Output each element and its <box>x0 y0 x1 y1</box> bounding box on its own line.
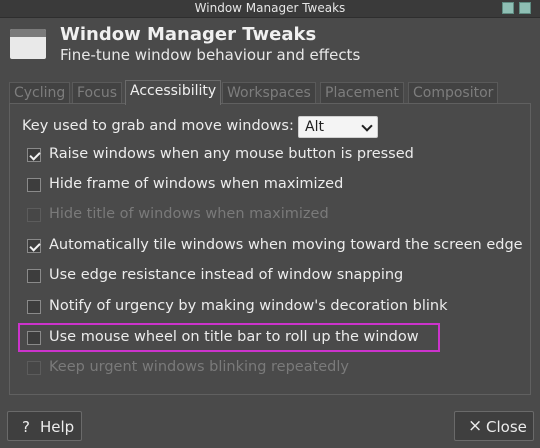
option-label: Automatically tile windows when moving t… <box>49 237 523 253</box>
help-button[interactable]: ? Help <box>7 411 82 441</box>
option-label: Use mouse wheel on title bar to roll up … <box>49 329 419 345</box>
checkbox[interactable] <box>27 331 41 345</box>
window-icon <box>10 29 46 59</box>
option-label: Hide title of windows when maximized <box>49 206 329 222</box>
option-label: Raise windows when any mouse button is p… <box>49 146 414 162</box>
tab-workspaces[interactable]: Workspaces <box>222 82 316 104</box>
checkbox[interactable] <box>27 148 41 162</box>
close-button[interactable]: × Close <box>454 411 534 441</box>
chevron-down-icon <box>361 120 373 132</box>
checkbox[interactable] <box>27 239 41 253</box>
option-label: Keep urgent windows blinking repeatedly <box>49 359 349 375</box>
checkbox <box>27 208 41 222</box>
tab-placement[interactable]: Placement <box>320 82 404 104</box>
window-titlebar[interactable]: Window Manager Tweaks <box>0 0 540 18</box>
close-label: Close <box>486 418 527 436</box>
checkbox <box>27 361 41 375</box>
grab-key-value: Alt <box>305 119 324 135</box>
tab-cycling[interactable]: Cycling <box>9 82 71 104</box>
dialog-subtitle: Fine-tune window behaviour and effects <box>60 46 361 64</box>
option-label: Hide frame of windows when maximized <box>49 176 344 192</box>
tab-compositor[interactable]: Compositor <box>408 82 499 104</box>
checkbox[interactable] <box>27 300 41 314</box>
dialog-header: Window Manager Tweaks Fine-tune window b… <box>0 18 540 74</box>
tab-focus[interactable]: Focus <box>72 82 122 104</box>
dialog-title: Window Manager Tweaks <box>60 24 317 45</box>
grab-key-select[interactable]: Alt <box>298 116 378 138</box>
option-label: Notify of urgency by making window's dec… <box>49 298 448 314</box>
tab-accessibility[interactable]: Accessibility <box>125 80 222 105</box>
window-title: Window Manager Tweaks <box>194 1 346 15</box>
close-window-button[interactable] <box>519 2 531 14</box>
option-label: Use edge resistance instead of window sn… <box>49 267 404 283</box>
maximize-window-button[interactable] <box>502 2 514 14</box>
checkbox[interactable] <box>27 269 41 283</box>
grab-key-label: Key used to grab and move windows: <box>22 118 294 134</box>
checkbox[interactable] <box>27 178 41 192</box>
help-icon: ? <box>22 418 30 436</box>
close-icon: × <box>468 416 483 436</box>
help-label: Help <box>40 418 75 436</box>
